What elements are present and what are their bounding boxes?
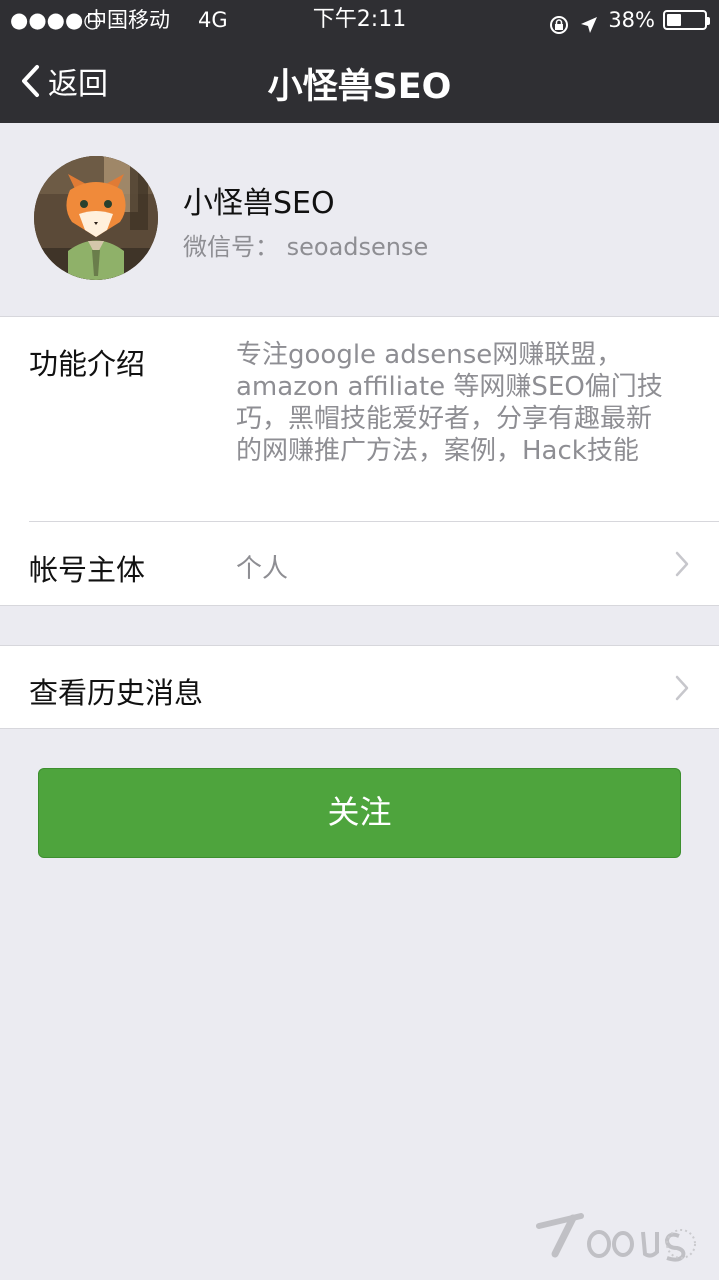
- avatar[interactable]: [34, 156, 158, 280]
- tools-watermark-logo: [531, 1198, 701, 1270]
- account-name: 小怪兽SEO: [183, 186, 335, 221]
- account-info-section: 功能介绍 专注google adsense网赚联盟， amazon affili…: [0, 316, 719, 606]
- orientation-lock-icon: [548, 9, 570, 34]
- history-label: 查看历史消息: [29, 676, 204, 710]
- battery-icon: [663, 10, 710, 30]
- wechat-id: 微信号： seoadsense: [183, 233, 429, 261]
- account-subject-label: 帐号主体: [29, 553, 146, 587]
- profile-header: 小怪兽SEO 微信号： seoadsense: [0, 123, 719, 316]
- account-subject-value: 个人: [236, 554, 289, 584]
- top-bar: ●●●●○ 中国移动 4G 下午2:11 38% 返回 小怪兽SEO: [0, 0, 719, 123]
- status-bar: ●●●●○ 中国移动 4G 下午2:11 38%: [0, 0, 719, 40]
- location-arrow-icon: [578, 9, 600, 33]
- nav-bar: 返回 小怪兽SEO: [0, 40, 719, 123]
- info-divider: [29, 521, 719, 522]
- page-title: 小怪兽SEO: [267, 67, 452, 107]
- history-messages-row[interactable]: 查看历史消息: [0, 645, 719, 729]
- status-right-group: 38%: [548, 0, 710, 40]
- follow-button[interactable]: 关注: [38, 768, 681, 858]
- battery-fill: [667, 14, 681, 26]
- battery-percent: 38%: [608, 8, 655, 32]
- intro-label: 功能介绍: [29, 347, 146, 381]
- chevron-right-icon: [673, 674, 691, 702]
- intro-text: 专注google adsense网赚联盟， amazon affiliate 等…: [236, 340, 663, 466]
- chevron-right-icon[interactable]: [673, 550, 691, 578]
